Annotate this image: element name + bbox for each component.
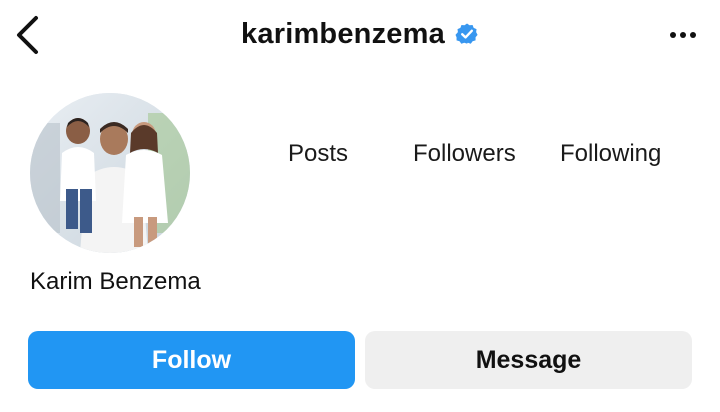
profile-photo (30, 93, 190, 253)
following-stat[interactable]: Following (560, 140, 661, 168)
followers-stat[interactable]: Followers (413, 140, 516, 168)
profile-stats: Posts Followers Following (260, 140, 710, 174)
profile-header: karimbenzema (0, 0, 720, 72)
more-horizontal-icon (670, 32, 676, 38)
profile-avatar[interactable] (30, 93, 190, 253)
display-name: Karim Benzema (30, 268, 201, 295)
verified-badge-icon (455, 22, 479, 46)
message-button[interactable]: Message (365, 331, 692, 389)
follow-button[interactable]: Follow (28, 331, 355, 389)
username-title: karimbenzema (241, 17, 445, 50)
back-button[interactable] (10, 12, 44, 58)
chevron-left-icon (17, 16, 38, 54)
posts-stat[interactable]: Posts (288, 140, 348, 168)
more-options-button[interactable] (662, 18, 704, 52)
